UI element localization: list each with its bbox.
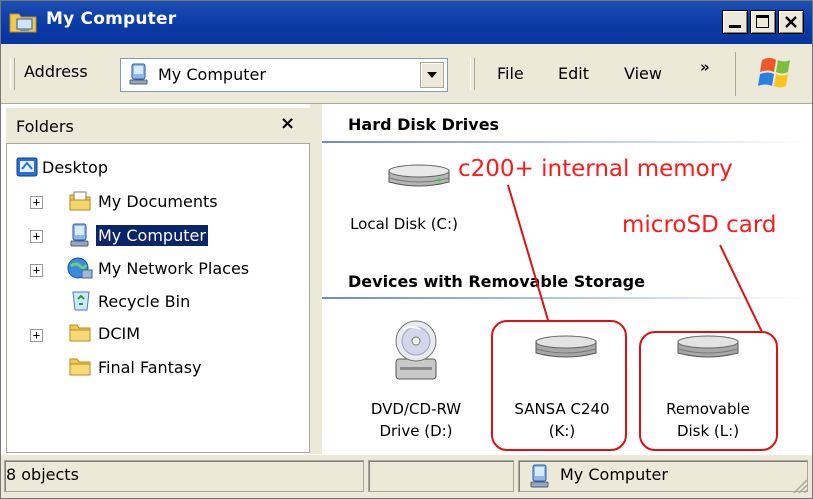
tree-item-recycle-bin[interactable]: Recycle Bin [98, 292, 190, 311]
annotation-callout-box [639, 331, 778, 451]
drive-label-line: Drive (D:) [379, 422, 453, 440]
minimize-icon [729, 25, 741, 28]
group-heading-hard-disk-drives: Hard Disk Drives [348, 115, 500, 134]
menu-edit[interactable]: Edit [558, 64, 589, 83]
folders-title: Folders [16, 117, 74, 136]
drive-label-line: DVD/CD-RW [370, 400, 462, 418]
drive-label-local-disk-c[interactable]: Local Disk (C:) [334, 213, 474, 235]
drive-label-dvd[interactable]: DVD/CD-RW Drive (D:) [346, 398, 486, 442]
group-divider [322, 141, 810, 143]
tree-item-desktop[interactable]: Desktop [42, 158, 108, 177]
pane-splitter[interactable] [310, 104, 322, 454]
my-computer-icon [70, 223, 89, 247]
tree-item-final-fantasy[interactable]: Final Fantasy [98, 358, 202, 377]
folders-close-button[interactable]: × [280, 113, 295, 134]
tree-item-dcim[interactable]: DCIM [98, 324, 140, 343]
windows-logo-icon [758, 58, 790, 88]
my-computer-folder-icon [9, 13, 37, 33]
address-dropdown-button[interactable] [420, 62, 444, 88]
network-places-icon [67, 257, 93, 279]
menu-view[interactable]: View [624, 64, 662, 83]
dvd-drive-icon [395, 320, 437, 380]
annotation-pointer-lines [507, 184, 763, 333]
toolbar-separator [735, 52, 736, 96]
tree-expander[interactable]: + [30, 196, 43, 209]
address-value: My Computer [158, 65, 266, 84]
tree-expander[interactable]: + [30, 230, 43, 243]
tree-item-my-network-places[interactable]: My Network Places [98, 259, 249, 278]
menu-overflow-chevron[interactable]: » [700, 58, 710, 76]
chevron-down-icon [427, 72, 437, 78]
toolbar-grip[interactable] [10, 58, 15, 90]
toolbar-grip[interactable] [470, 58, 475, 90]
status-location: My Computer [560, 465, 668, 484]
my-computer-icon [530, 464, 549, 488]
address-label: Address [24, 62, 88, 81]
maximize-icon [756, 15, 769, 28]
recycle-bin-icon [72, 291, 90, 311]
status-panel-empty [368, 460, 514, 492]
maximize-button[interactable] [750, 10, 776, 34]
tree-expander[interactable]: + [30, 329, 43, 342]
my-computer-icon [129, 63, 148, 85]
menu-file[interactable]: File [497, 64, 524, 83]
folder-icon [69, 324, 91, 342]
folder-icon [69, 358, 91, 376]
window-title: My Computer [46, 9, 177, 29]
minimize-button[interactable] [722, 10, 748, 34]
close-icon [785, 16, 797, 28]
status-object-count: 8 objects [6, 465, 79, 484]
annotation-internal-memory: c200+ internal memory [458, 156, 733, 182]
desktop-icon [16, 157, 38, 177]
tree-item-my-documents[interactable]: My Documents [98, 192, 218, 211]
tree-item-my-computer[interactable]: My Computer [96, 225, 208, 246]
resize-grip-icon[interactable] [790, 476, 808, 494]
close-button[interactable] [778, 10, 804, 34]
tree-expander[interactable]: + [30, 264, 43, 277]
my-documents-icon [69, 191, 91, 211]
hard-disk-icon [388, 164, 450, 187]
